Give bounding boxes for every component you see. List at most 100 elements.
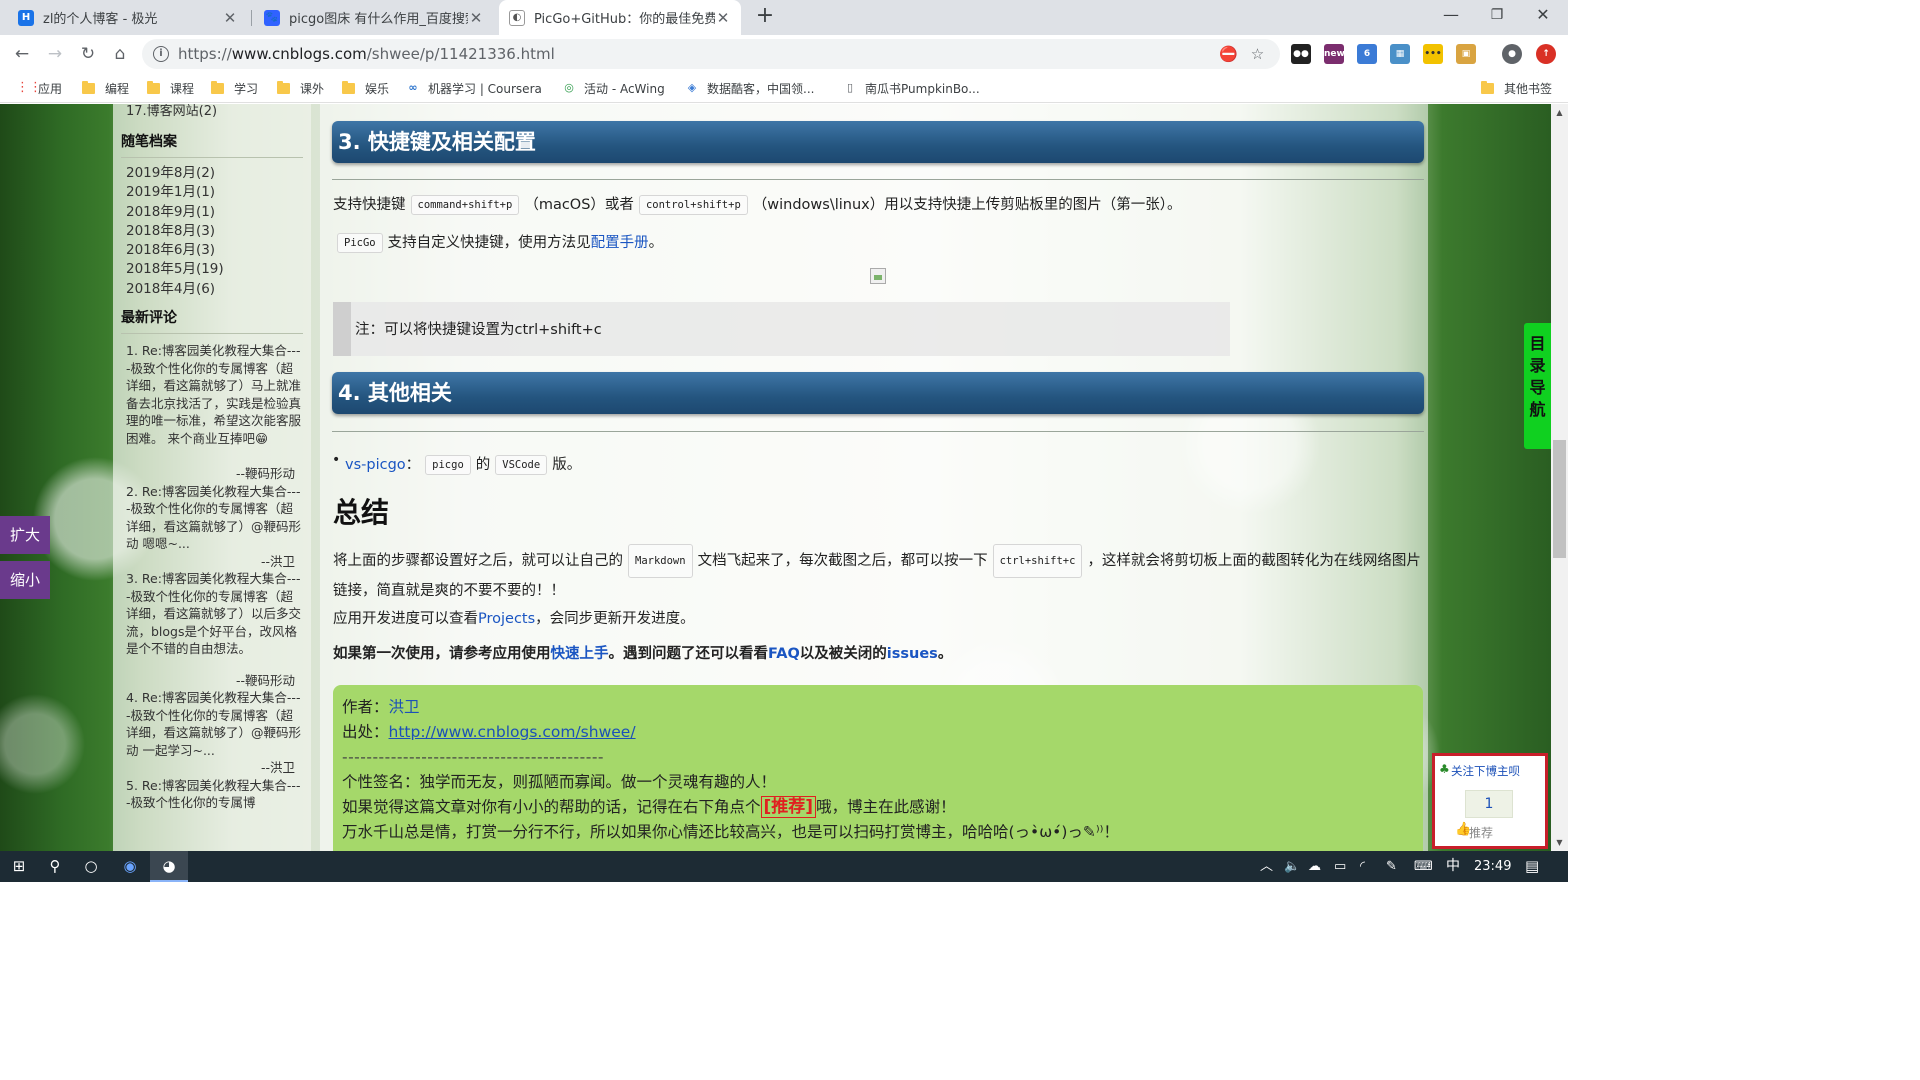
- close-window-icon[interactable]: ✕: [1520, 0, 1566, 32]
- archive-item[interactable]: 2018年9月(1): [121, 203, 303, 222]
- page-scrollbar[interactable]: ▲ ▼: [1551, 104, 1568, 851]
- archive-item[interactable]: 2019年1月(1): [121, 183, 303, 202]
- extension-dots-icon[interactable]: •••: [1423, 44, 1443, 64]
- reload-icon[interactable]: ↻: [75, 41, 101, 67]
- comment-text[interactable]: 4. Re:博客园美化教程大集合----极致个性化你的专属博客（超详细，看这篇就…: [126, 689, 301, 759]
- quick-start-link[interactable]: 快速上手: [551, 646, 609, 662]
- zoom-in-button[interactable]: 扩大: [0, 516, 50, 554]
- catalog-nav-button[interactable]: 目录导航: [1524, 323, 1551, 449]
- forward-arrow-icon[interactable]: →: [42, 41, 68, 67]
- recent-comment[interactable]: 1. Re:博客园美化教程大集合----极致个性化你的专属博客（超详细，看这篇就…: [121, 342, 303, 483]
- zoom-out-button[interactable]: 缩小: [0, 561, 50, 599]
- bookmark-star-icon[interactable]: ☆: [1249, 46, 1266, 63]
- archive-item[interactable]: 2018年8月(3): [121, 222, 303, 241]
- onedrive-cloud-icon[interactable]: ☁: [1308, 851, 1321, 882]
- recent-comment[interactable]: 4. Re:博客园美化教程大集合----极致个性化你的专属博客（超详细，看这篇就…: [121, 689, 303, 777]
- archive-item[interactable]: 2018年4月(6): [121, 280, 303, 299]
- volume-icon[interactable]: 🔈: [1284, 851, 1300, 882]
- scroll-up-arrow-icon[interactable]: ▲: [1551, 104, 1568, 121]
- blocked-popup-icon[interactable]: ⛔: [1219, 46, 1238, 63]
- close-tab-icon[interactable]: ✕: [715, 9, 731, 27]
- notification-center-icon[interactable]: ▤: [1525, 851, 1539, 882]
- update-available-icon[interactable]: ↑: [1536, 44, 1556, 64]
- extension-image-icon[interactable]: ▣: [1456, 44, 1476, 64]
- archive-item[interactable]: 2018年5月(19): [121, 260, 303, 279]
- minimize-window-icon[interactable]: —: [1428, 0, 1474, 32]
- home-icon[interactable]: ⌂: [107, 41, 133, 67]
- scroll-thumb[interactable]: [1553, 440, 1566, 558]
- bookmark-apps[interactable]: ⋮⋮ 应用: [16, 79, 62, 97]
- tab-baidu-search[interactable]: 🐾 picgo图床 有什么作用_百度搜索 ✕: [254, 0, 494, 35]
- config-manual-link[interactable]: 配置手册: [591, 235, 649, 251]
- site-info-icon[interactable]: i: [153, 46, 169, 62]
- pen-icon[interactable]: ✎: [1386, 851, 1397, 882]
- comment-text[interactable]: 2. Re:博客园美化教程大集合----极致个性化你的专属博客（超详细，看这篇就…: [126, 483, 301, 553]
- bookmark-acwing[interactable]: ◎ 活动 - AcWing: [562, 79, 665, 97]
- recent-comment[interactable]: 3. Re:博客园美化教程大集合----极致个性化你的专属博客（超详细，看这篇就…: [121, 570, 303, 689]
- bookmark-programming[interactable]: 编程: [82, 79, 129, 97]
- bookmark-pumpkinbook[interactable]: ▯ 南瓜书PumpkinBo...: [843, 79, 980, 97]
- search-icon[interactable]: ⚲: [36, 851, 74, 882]
- recommend-button[interactable]: 推荐: [1469, 824, 1493, 841]
- bookmark-study[interactable]: 学习: [211, 79, 258, 97]
- bookmark-cookdata[interactable]: ◈ 数据酷客，中国领...: [685, 79, 815, 97]
- close-tab-icon[interactable]: ✕: [222, 9, 238, 27]
- category-item[interactable]: 17.博客网站(2): [126, 104, 303, 119]
- bookmark-coursera[interactable]: ∞ 机器学习 | Coursera: [406, 79, 541, 97]
- bookmarks-bar: ⋮⋮ 应用 编程 课程 学习 课外 娱乐 ∞ 机器学习 | Coursera ◎ 活动…: [0, 73, 1568, 103]
- battery-icon[interactable]: ▭: [1334, 851, 1346, 882]
- address-bar[interactable]: i https://www.cnblogs.com/shwee/p/114213…: [142, 39, 1280, 69]
- back-arrow-icon[interactable]: ←: [9, 41, 35, 67]
- close-tab-icon[interactable]: ✕: [468, 9, 484, 27]
- comment-text[interactable]: 5. Re:博客园美化教程大集合----极致个性化你的专属博: [126, 777, 301, 812]
- extension-puzzle-icon[interactable]: 6: [1357, 44, 1377, 64]
- first-use-paragraph: 如果第一次使用，请参考应用使用快速上手。遇到问题了还可以看看FAQ以及被关闭的i…: [333, 646, 953, 662]
- extension-new-badge-icon[interactable]: new: [1324, 44, 1345, 64]
- tab-picgo-github[interactable]: ◐ PicGo+GitHub：你的最佳免费图 ✕: [499, 0, 741, 35]
- url-text[interactable]: https://www.cnblogs.com/shwee/p/11421336…: [178, 45, 555, 63]
- tab-separator: [251, 10, 252, 26]
- projects-link[interactable]: Projects: [478, 611, 535, 627]
- scroll-down-arrow-icon[interactable]: ▼: [1551, 834, 1568, 851]
- bookmark-other[interactable]: 其他书签: [1481, 79, 1552, 97]
- bookmark-entertainment[interactable]: 娱乐: [342, 79, 389, 97]
- wifi-icon[interactable]: ◜: [1360, 851, 1365, 882]
- comment-text[interactable]: 1. Re:博客园美化教程大集合----极致个性化你的专属博客（超详细，看这篇就…: [126, 342, 301, 447]
- follow-blogger-link[interactable]: 关注下博主呗: [1451, 763, 1520, 779]
- task-view-icon[interactable]: ○: [72, 851, 110, 882]
- restore-window-icon[interactable]: ❐: [1474, 0, 1520, 32]
- author-link[interactable]: 洪卫: [389, 698, 420, 716]
- recent-comment[interactable]: 5. Re:博客园美化教程大集合----极致个性化你的专属博: [121, 777, 303, 812]
- bookmark-extracurricular[interactable]: 课外: [277, 79, 324, 97]
- keyboard-icon[interactable]: ⌨: [1414, 851, 1433, 882]
- app-pinned-icon[interactable]: ◉: [111, 851, 149, 882]
- vs-picgo-link[interactable]: vs-picgo: [345, 457, 406, 473]
- donate-line: 万水千山总是情，打赏一分行不行，所以如果你心情还比较高兴，也是可以扫码打赏博主，…: [342, 823, 1119, 841]
- faq-link[interactable]: FAQ: [768, 646, 800, 662]
- comment-text[interactable]: 3. Re:博客园美化教程大集合----极致个性化你的专属博客（超详细，看这篇就…: [126, 570, 301, 658]
- recent-comment[interactable]: 2. Re:博客园美化教程大集合----极致个性化你的专属博客（超详细，看这篇就…: [121, 483, 303, 571]
- tab-title: picgo图床 有什么作用_百度搜索: [289, 12, 468, 27]
- author-signature-box: 作者：洪卫 出处：http://www.cnblogs.com/shwee/ -…: [333, 685, 1423, 851]
- motto-line: 个性签名：独学而无友，则孤陋而寡闻。做一个灵魂有趣的人！: [342, 773, 777, 791]
- section-heading-shortcuts: 3. 快捷键及相关配置: [332, 121, 1424, 163]
- archive-item[interactable]: 2018年6月(3): [121, 241, 303, 260]
- archive-item[interactable]: 2019年8月(2): [121, 164, 303, 183]
- profile-avatar-icon[interactable]: ●: [1502, 44, 1522, 64]
- blog-url-link[interactable]: http://www.cnblogs.com/shwee/: [389, 723, 636, 741]
- tab-zl-blog[interactable]: H zl的个人博客 - 极光 ✕: [8, 0, 248, 35]
- new-tab-plus-icon[interactable]: +: [752, 4, 778, 30]
- folder-icon: [1481, 80, 1494, 94]
- extension-ghost-icon[interactable]: ●●: [1291, 44, 1311, 64]
- divider: [332, 179, 1424, 180]
- issues-link[interactable]: issues: [887, 646, 938, 662]
- extension-translate-icon[interactable]: ▦: [1390, 44, 1410, 64]
- clock[interactable]: 23:49: [1474, 851, 1511, 882]
- chrome-taskbar-icon[interactable]: ◕: [150, 851, 188, 882]
- recommend-badge: [推荐]: [760, 796, 817, 818]
- zl-blog-favicon-icon: H: [18, 9, 34, 26]
- bookmark-courses[interactable]: 课程: [147, 79, 194, 97]
- ime-indicator[interactable]: 中: [1446, 851, 1460, 882]
- windows-start-icon[interactable]: ⊞: [0, 851, 38, 882]
- tray-expand-icon[interactable]: ︿: [1260, 851, 1273, 882]
